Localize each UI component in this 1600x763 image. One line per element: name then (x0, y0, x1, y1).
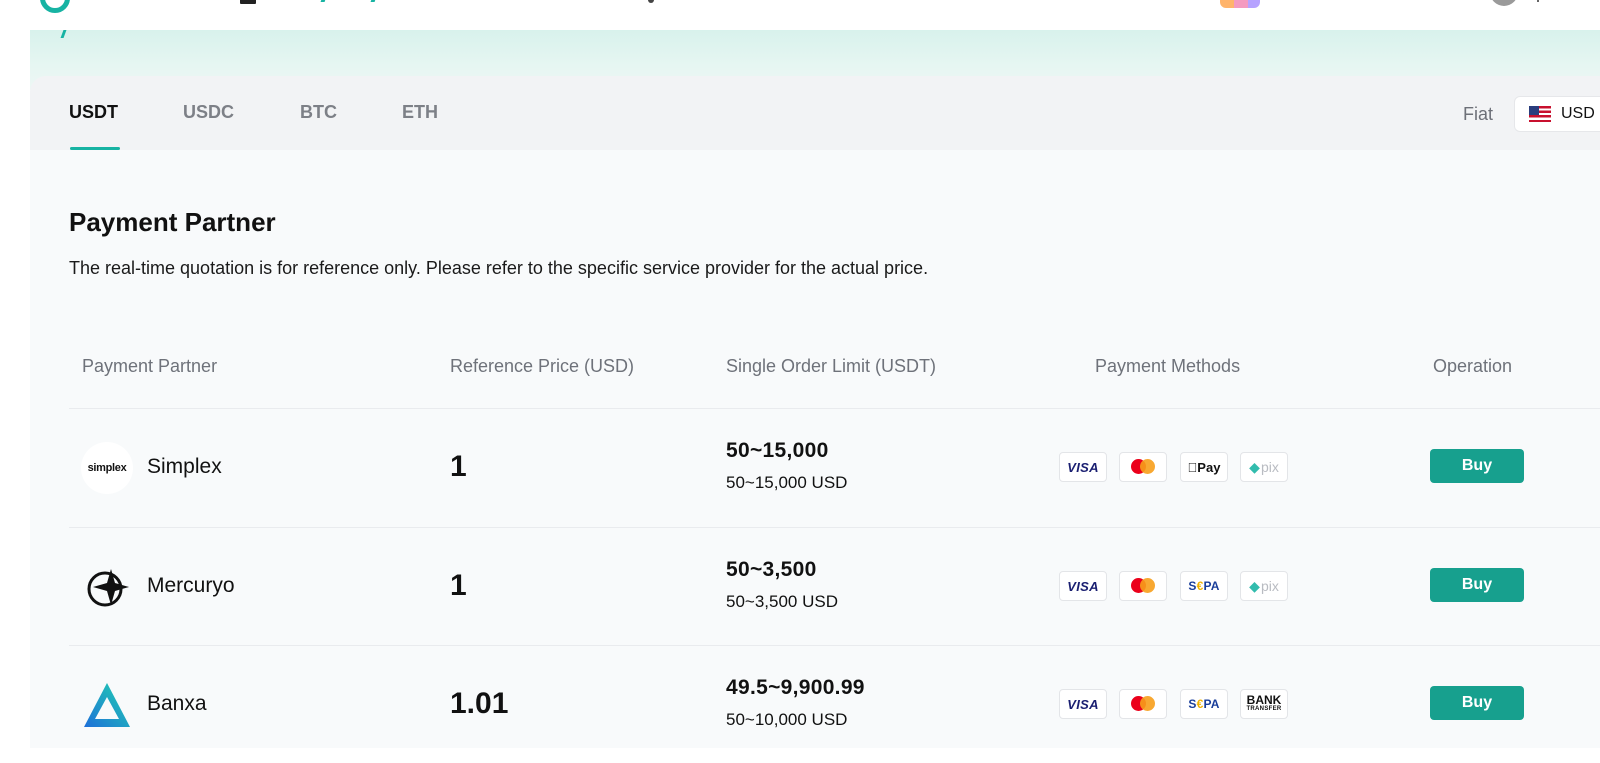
column-header-partner: Payment Partner (82, 356, 218, 376)
gift-icon[interactable] (1220, 0, 1260, 8)
table-row: Mercuryo 1 50~3,500 50~3,500 USD VISA S€… (69, 527, 1600, 645)
menu-icon[interactable] (240, 0, 256, 4)
column-header-operation: Operation (1433, 356, 1513, 376)
sepa-icon: S€PA (1180, 571, 1228, 601)
mastercard-icon (1119, 452, 1167, 482)
page-title: Payment Partner (69, 207, 276, 237)
partner-name: Simplex (147, 455, 222, 478)
mastercard-icon (1119, 571, 1167, 601)
tab-eth[interactable]: ETH (402, 102, 438, 123)
column-header-methods: Payment Methods (1095, 356, 1241, 376)
column-header-price: Reference Price (USD) (450, 356, 635, 376)
order-limit-fiat: 50~3,500 USD (726, 592, 838, 611)
reference-price: 1.01 (450, 687, 509, 720)
top-navbar (0, 0, 1600, 30)
buy-button[interactable]: Buy (1430, 686, 1524, 720)
fiat-currency-select[interactable]: USD (1514, 96, 1600, 132)
banxa-logo (81, 679, 133, 731)
order-limit: 50~15,000 (726, 439, 829, 462)
table-row: Banxa 1.01 49.5~9,900.99 50~10,000 USD V… (69, 645, 1600, 763)
section-description: The real-time quotation is for reference… (69, 258, 929, 278)
visa-icon: VISA (1059, 452, 1107, 482)
tab-btc[interactable]: BTC (300, 102, 337, 123)
hero-accent-mark (60, 30, 67, 38)
table-header: Payment Partner Reference Price (USD) Si… (69, 352, 1600, 382)
logo-mark-icon (40, 0, 70, 13)
order-limit: 49.5~9,900.99 (726, 676, 865, 699)
order-limit-fiat: 50~10,000 USD (726, 710, 848, 729)
apple-pay-icon: Pay (1180, 452, 1228, 482)
simplex-logo: simplex (81, 442, 133, 494)
reference-price: 1 (450, 450, 467, 483)
order-limit-fiat: 50~15,000 USD (726, 473, 848, 492)
site-logo[interactable] (40, 0, 70, 13)
avatar[interactable] (1490, 0, 1518, 6)
us-flag-icon (1529, 106, 1551, 122)
active-tab-indicator (70, 147, 120, 150)
mastercard-icon (1119, 689, 1167, 719)
table-row: simplex Simplex 1 50~15,000 50~15,000 US… (69, 408, 1600, 526)
visa-icon: VISA (1059, 689, 1107, 719)
nav-item[interactable] (648, 0, 654, 3)
pix-icon: ◆pix (1240, 452, 1288, 482)
order-limit: 50~3,500 (726, 558, 817, 581)
mercuryo-logo (81, 561, 133, 613)
chevron-down-icon[interactable] (1537, 0, 1539, 2)
fiat-label: Fiat (1463, 104, 1494, 124)
crypto-tabs-bar: USDT USDC BTC ETH Fiat USD (30, 76, 1600, 150)
tab-usdc[interactable]: USDC (183, 102, 234, 123)
buy-button[interactable]: Buy (1430, 449, 1524, 483)
pix-icon: ◆pix (1240, 571, 1288, 601)
fiat-selected-value: USD (1561, 105, 1595, 122)
reference-price: 1 (450, 569, 467, 602)
nav-link-highlighted[interactable] (310, 0, 400, 2)
visa-icon: VISA (1059, 571, 1107, 601)
partner-name: Banxa (147, 692, 207, 715)
sepa-icon: S€PA (1180, 689, 1228, 719)
column-header-limit: Single Order Limit (USDT) (726, 356, 937, 376)
tab-usdt[interactable]: USDT (69, 102, 118, 123)
bank-transfer-icon: BANK TRANSFER (1240, 689, 1288, 719)
buy-button[interactable]: Buy (1430, 568, 1524, 602)
partner-name: Mercuryo (147, 574, 235, 597)
